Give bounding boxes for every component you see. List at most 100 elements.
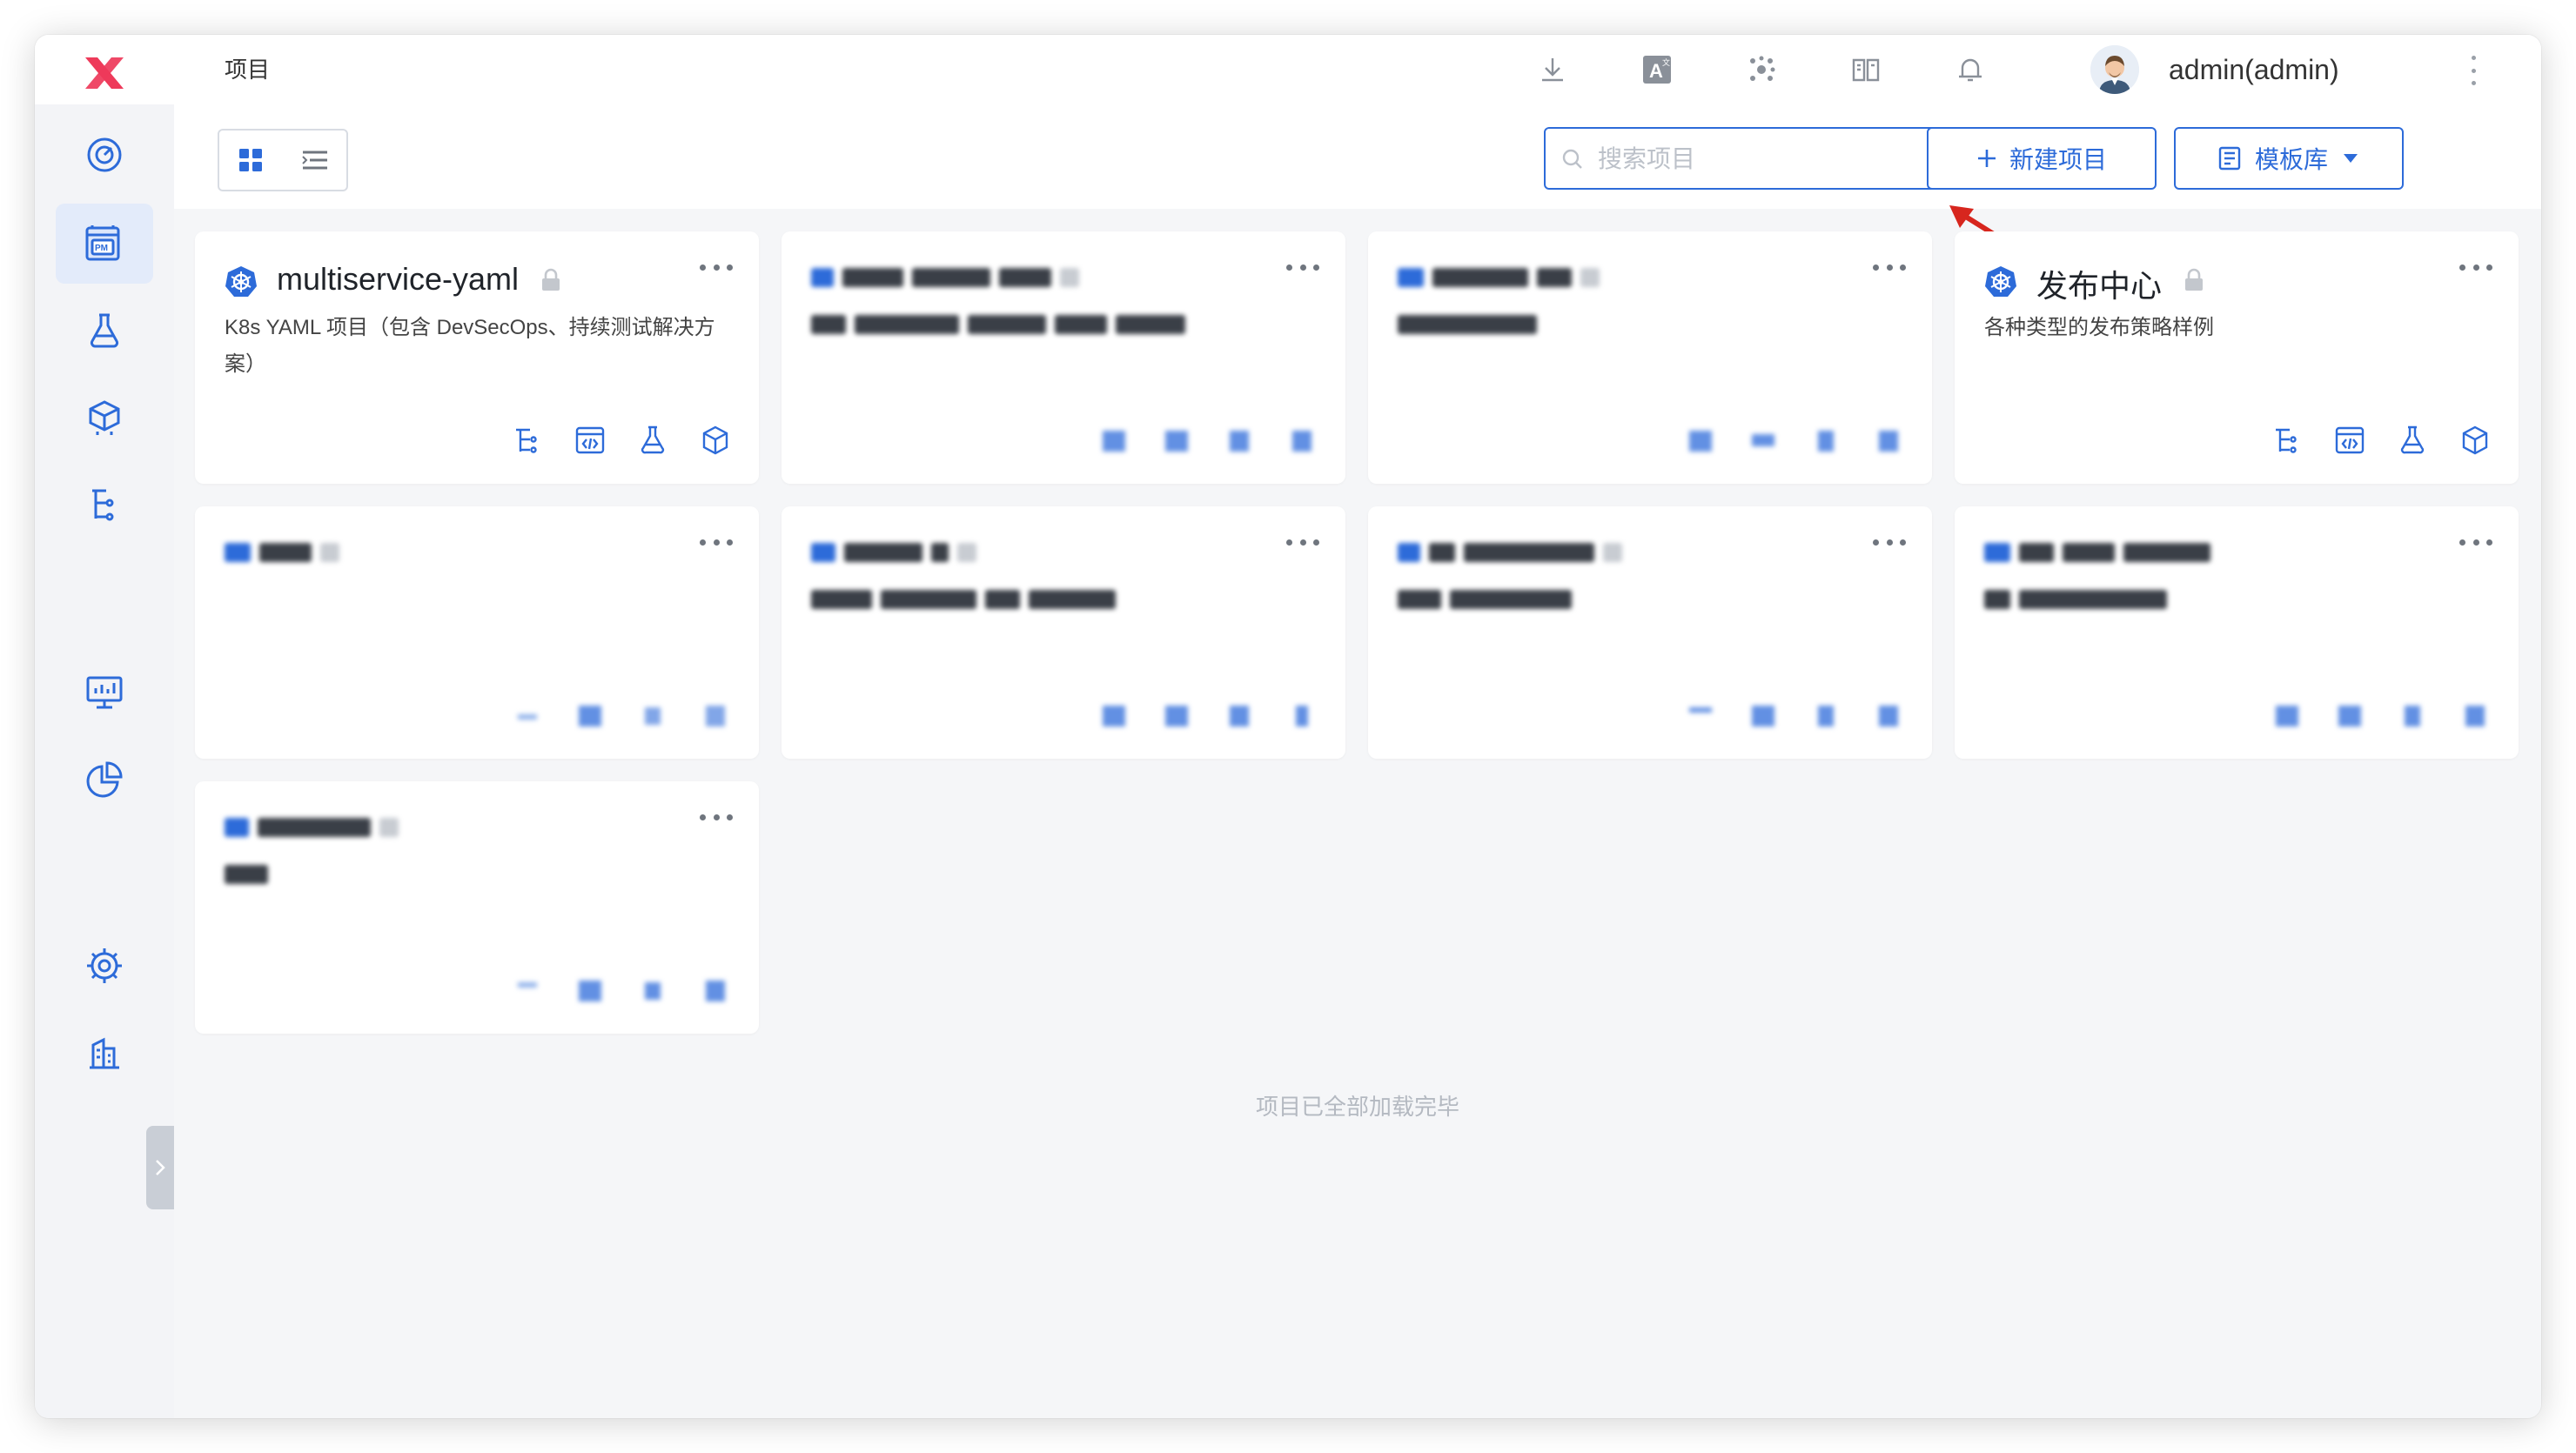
kubernetes-icon [1985,266,2016,297]
workflow-icon[interactable] [1097,423,1131,458]
more-options-icon[interactable] [700,264,733,273]
service-icon[interactable] [698,698,733,733]
sidebar-item-workflow[interactable] [56,465,153,545]
workflow-icon[interactable] [1683,698,1718,733]
workflow-icon[interactable] [510,698,545,733]
sidebar-item-projects[interactable]: PM [56,204,153,284]
testing-icon[interactable] [635,973,670,1008]
avatar[interactable] [2090,45,2139,94]
environment-icon[interactable] [2332,423,2367,458]
kubernetes-icon [225,266,257,297]
view-toggle [218,129,348,191]
service-icon[interactable] [1285,698,1319,733]
template-library-label: 模板库 [2254,146,2328,173]
new-project-button[interactable]: 新建项目 [1927,127,2157,190]
more-options-icon[interactable] [1873,264,1906,273]
more-options-icon[interactable] [2465,56,2482,85]
environment-icon[interactable] [573,973,607,1008]
card-actions [1683,698,1906,733]
more-options-icon[interactable] [1286,539,1319,548]
more-options-icon[interactable] [1286,264,1319,273]
project-card[interactable] [782,506,1345,759]
project-card-multiservice-yaml[interactable]: multiservice-yaml K8s YAML 项目（包含 DevSecO… [195,231,759,484]
card-actions [1683,423,1906,458]
resources-icon [90,1037,119,1069]
service-icon[interactable] [1871,698,1906,733]
environment-icon[interactable] [573,423,607,458]
testing-icon[interactable] [1808,423,1843,458]
user-name[interactable]: admin(admin) [2169,35,2339,104]
sidebar-item-monitor[interactable] [56,653,153,733]
workflow-icon[interactable] [2270,698,2304,733]
testing-icon[interactable] [1808,698,1843,733]
more-options-icon[interactable] [2459,264,2492,273]
workflow-icon[interactable] [1097,698,1131,733]
service-icon[interactable] [698,423,733,458]
workflow-icon[interactable] [510,423,545,458]
download-icon[interactable] [1535,52,1570,87]
project-title[interactable]: 发布中心 [2036,261,2162,306]
more-options-icon[interactable] [2459,539,2492,548]
project-card[interactable] [1955,506,2519,759]
environment-icon[interactable] [1159,698,1194,733]
analytics-icon [86,761,123,798]
bell-icon[interactable] [1953,52,1988,87]
search-input[interactable] [1596,136,1939,183]
sidebar-collapse-button[interactable] [146,1126,174,1209]
card-actions [510,423,733,458]
workflow-icon[interactable] [1683,423,1718,458]
svg-text:PM: PM [95,244,108,253]
project-management-icon: PM [85,225,120,261]
project-card[interactable] [195,506,759,759]
settings-icon [87,948,122,983]
card-actions [510,973,733,1008]
environment-icon[interactable] [1159,423,1194,458]
workflow-icon [92,489,114,521]
more-options-icon[interactable] [700,539,733,548]
testing-icon[interactable] [1222,423,1257,458]
lock-icon [2185,268,2203,291]
testing-icon[interactable] [2395,423,2430,458]
project-card[interactable] [1368,506,1932,759]
sidebar-item-artifacts[interactable] [56,378,153,458]
service-icon[interactable] [1285,423,1319,458]
more-options-icon[interactable] [700,814,733,823]
apps-icon[interactable] [1744,52,1779,87]
logo[interactable] [80,54,129,92]
more-options-icon[interactable] [1873,539,1906,548]
project-card-release-center[interactable]: 发布中心 各种类型的发布策略样例 [1955,231,2519,484]
sidebar-item-testing[interactable] [56,291,153,371]
translate-icon[interactable]: A 文 [1640,52,1674,87]
workflow-icon[interactable] [2270,423,2304,458]
sidebar-item-resources[interactable] [56,1013,153,1093]
environment-icon[interactable] [2332,698,2367,733]
environment-icon[interactable] [1746,698,1781,733]
environment-icon[interactable] [1746,423,1781,458]
environment-icon[interactable] [573,698,607,733]
testing-icon[interactable] [1222,698,1257,733]
top-bar: 项目 A 文 admin(admin) [35,35,2541,104]
testing-icon[interactable] [635,423,670,458]
docs-icon[interactable] [1848,52,1883,87]
list-view-button[interactable] [284,131,346,190]
template-library-button[interactable]: 模板库 [2174,127,2404,190]
project-title[interactable]: multiservice-yaml [277,261,519,298]
grid-view-button[interactable] [219,131,282,190]
sidebar-item-settings[interactable] [56,926,153,1006]
service-icon[interactable] [1871,423,1906,458]
template-icon [2218,146,2241,171]
project-card[interactable] [1368,231,1932,484]
project-card[interactable] [195,781,759,1034]
service-icon[interactable] [698,973,733,1008]
sidebar-item-analytics[interactable] [56,740,153,820]
service-icon[interactable] [2458,698,2492,733]
card-actions [2270,423,2492,458]
testing-icon[interactable] [635,698,670,733]
svg-text:A: A [1649,60,1663,82]
service-icon[interactable] [2458,423,2492,458]
testing-icon[interactable] [2395,698,2430,733]
plus-icon [1977,150,1996,167]
sidebar-item-dashboard[interactable] [56,115,153,195]
project-card[interactable] [782,231,1345,484]
workflow-icon[interactable] [510,973,545,1008]
